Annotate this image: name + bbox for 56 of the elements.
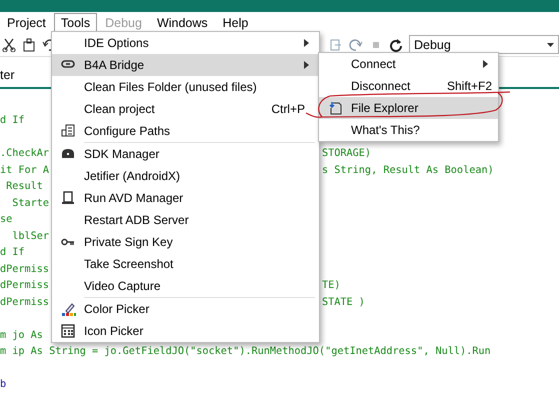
menu-item[interactable]: What's This?	[319, 119, 498, 141]
caret-icon	[547, 42, 554, 46]
code-line: TE)	[322, 279, 340, 293]
pencil-icon	[60, 302, 76, 316]
code-line: m ip As String = jo.GetFieldJO("socket").RunMethodJO("getInetAddress", Null).Run	[0, 346, 491, 357]
refresh-icon	[389, 38, 403, 52]
menu-item[interactable]: IDE Options	[52, 32, 319, 54]
code-line: lblSer	[11, 230, 50, 242]
menu-item[interactable]: B4A Bridge	[52, 54, 319, 76]
code-line: dPermiss	[0, 280, 50, 291]
menu-item[interactable]: Icon Picker	[52, 320, 319, 342]
code-line: d If	[0, 247, 25, 258]
menu-item[interactable]: Video Capture	[52, 275, 319, 297]
code-line: Result	[5, 181, 43, 192]
computer-icon	[60, 191, 76, 205]
scissors-icon	[2, 38, 16, 52]
menu-item[interactable]: Jetifier (AndroidX)	[52, 165, 319, 187]
shortcut-text: Shift+F2	[446, 79, 492, 93]
menu-item[interactable]: Windows	[150, 12, 215, 32]
code-line: it For A	[0, 164, 50, 176]
menu-item[interactable]: Take Screenshot	[52, 253, 319, 275]
menu-item[interactable]: Clean Files Folder (unused files)	[52, 76, 319, 98]
code-line: STORAGE)	[322, 147, 372, 161]
menu-item[interactable]: Color Picker	[52, 298, 319, 320]
redo-icon	[349, 38, 363, 52]
menu-item[interactable]: Private Sign Key	[52, 231, 319, 253]
menu-item[interactable]: Help	[216, 12, 256, 32]
document-download-icon	[328, 101, 342, 115]
code-line: m jo As	[0, 330, 43, 340]
menu-item[interactable]: Connect	[319, 53, 498, 75]
menu-item[interactable]: Project	[0, 12, 53, 32]
code-line: dPermiss	[0, 296, 50, 308]
code-line: dPermiss	[0, 264, 50, 274]
shortcut-text: Ctrl+P	[271, 102, 305, 116]
code-line: b	[0, 379, 6, 390]
submenu-arrow-icon	[483, 60, 488, 68]
code-line: STATE )	[322, 296, 365, 310]
menu-item[interactable]: SDK Manager	[52, 143, 319, 165]
menu-item[interactable]: Clean project Ctrl+P	[52, 98, 319, 120]
document-list-icon	[60, 124, 76, 138]
code-line: .CheckAr	[0, 148, 50, 159]
code-line: se	[0, 214, 12, 225]
code-line: d If	[0, 115, 25, 126]
menu-item[interactable]: Tools	[54, 12, 98, 32]
code-line: s String, Result As Boolean)	[322, 164, 494, 178]
submenu-arrow-icon	[304, 39, 309, 47]
grid-icon	[60, 324, 76, 338]
menu-item[interactable]: Disconnect Shift+F2	[319, 75, 498, 97]
submenu-arrow-icon	[304, 61, 309, 69]
menu-item[interactable]: Restart ADB Server	[52, 209, 319, 231]
menu-item[interactable]: File Explorer	[319, 97, 498, 119]
clipboard-icon	[22, 38, 36, 52]
menu-item[interactable]: Run AVD Manager	[52, 187, 319, 209]
tab-label[interactable]: ter	[0, 68, 15, 82]
menu-item[interactable]: Configure Paths	[52, 120, 319, 142]
code-line: Starte	[11, 198, 50, 208]
